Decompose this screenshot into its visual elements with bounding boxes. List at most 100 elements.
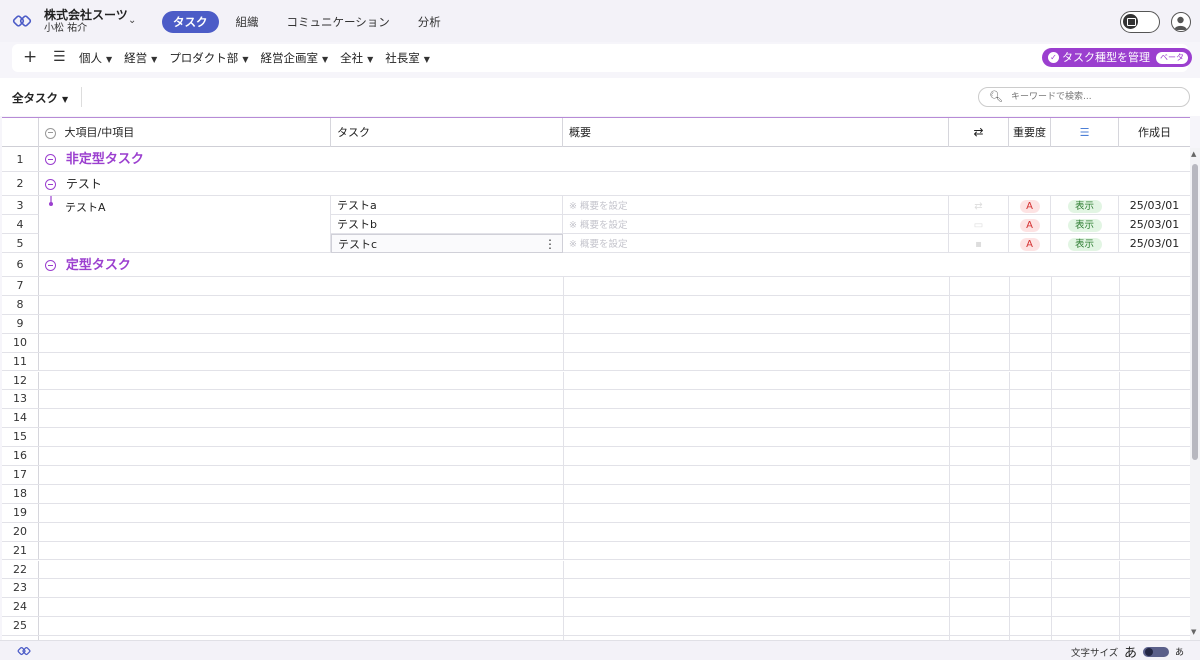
empty-cell[interactable] [39, 314, 564, 333]
empty-cell[interactable] [1052, 560, 1120, 579]
task-summary[interactable]: ※ 概要を設定 [563, 234, 949, 253]
empty-cell[interactable] [1010, 484, 1052, 503]
table-row[interactable]: テストa ※ 概要を設定 ⇄ A 表示 25/03/01 [331, 196, 1190, 215]
header-summary[interactable]: 概要 [563, 118, 949, 147]
empty-cell[interactable] [564, 409, 950, 428]
empty-cell[interactable] [1120, 409, 1190, 427]
empty-cell[interactable] [39, 579, 564, 598]
empty-cell[interactable] [1010, 503, 1052, 522]
empty-cell[interactable] [39, 598, 564, 617]
empty-cell[interactable] [564, 352, 950, 371]
empty-cell[interactable] [1010, 277, 1052, 295]
empty-cell[interactable] [1052, 314, 1120, 333]
empty-cell[interactable] [564, 503, 950, 522]
empty-cell[interactable] [1052, 466, 1120, 484]
header-task[interactable]: タスク [331, 118, 563, 147]
empty-cell[interactable] [950, 466, 1010, 484]
nav-tab-analysis[interactable]: 分析 [407, 11, 452, 33]
empty-cell[interactable] [1120, 598, 1190, 616]
empty-cell[interactable] [564, 466, 950, 484]
empty-cell[interactable] [564, 295, 950, 314]
table-row[interactable]: 25 [2, 617, 1190, 637]
repeat-cell[interactable]: ▪ [949, 234, 1009, 253]
empty-cell[interactable] [39, 428, 564, 447]
add-icon[interactable]: + [23, 47, 37, 67]
empty-cell[interactable] [1010, 579, 1052, 598]
chevron-down-icon[interactable]: ⌄ [128, 15, 136, 26]
table-row[interactable]: 21 [2, 541, 1190, 561]
empty-cell[interactable] [1052, 598, 1120, 617]
empty-cell[interactable] [39, 466, 564, 484]
empty-cell[interactable] [564, 522, 950, 541]
empty-cell[interactable] [1120, 296, 1190, 314]
empty-cell[interactable] [39, 522, 564, 541]
empty-cell[interactable] [1052, 352, 1120, 371]
empty-cell[interactable] [1052, 447, 1120, 465]
collapse-icon[interactable] [45, 179, 56, 190]
table-row[interactable]: 17 [2, 466, 1190, 485]
table-row[interactable]: 16 [2, 447, 1190, 466]
task-name[interactable]: テストb [331, 215, 563, 233]
empty-cell[interactable] [39, 617, 564, 636]
empty-cell[interactable] [1052, 617, 1120, 636]
importance-cell[interactable]: A [1009, 215, 1051, 233]
empty-cell[interactable] [564, 277, 950, 295]
empty-cell[interactable] [1120, 315, 1190, 333]
empty-cell[interactable] [1120, 428, 1190, 446]
empty-cell[interactable] [1010, 447, 1052, 465]
table-row[interactable]: テストc ⋮ ※ 概要を設定 ▪ A 表示 25/03/01 [331, 234, 1190, 253]
empty-cell[interactable] [1052, 503, 1120, 522]
empty-cell[interactable] [950, 579, 1010, 598]
empty-cell[interactable] [39, 352, 564, 371]
table-row[interactable]: 19 [2, 503, 1190, 523]
empty-cell[interactable] [564, 390, 950, 409]
filter-company[interactable]: 全社 ▼ [340, 50, 373, 66]
empty-cell[interactable] [1010, 617, 1052, 636]
font-size-toggle[interactable] [1143, 647, 1169, 657]
empty-cell[interactable] [39, 409, 564, 428]
empty-cell[interactable] [1120, 523, 1190, 541]
nav-tab-communication[interactable]: コミュニケーション [276, 11, 401, 33]
table-row[interactable]: 9 [2, 314, 1190, 334]
empty-cell[interactable] [1052, 295, 1120, 314]
empty-cell[interactable] [564, 428, 950, 447]
empty-cell[interactable] [950, 560, 1010, 579]
empty-cell[interactable] [564, 333, 950, 352]
empty-cell[interactable] [1010, 409, 1052, 428]
table-row[interactable]: 8 [2, 295, 1190, 315]
empty-cell[interactable] [1052, 579, 1120, 598]
empty-cell[interactable] [39, 447, 564, 465]
view-selector[interactable]: 全タスク ▼ [12, 90, 68, 106]
header-filter[interactable]: ☰ [1051, 118, 1119, 147]
empty-cell[interactable] [564, 484, 950, 503]
empty-cell[interactable] [1052, 371, 1120, 390]
empty-cell[interactable] [950, 390, 1010, 409]
header-category[interactable]: 大項目/中項目 [39, 118, 331, 147]
table-row[interactable]: 24 [2, 598, 1190, 618]
group-row[interactable]: 1 非定型タスク [2, 147, 1190, 172]
empty-cell[interactable] [1120, 561, 1190, 579]
empty-cell[interactable] [950, 617, 1010, 636]
empty-cell[interactable] [1010, 314, 1052, 333]
table-row[interactable]: 14 [2, 409, 1190, 429]
empty-cell[interactable] [950, 277, 1010, 295]
mode-toggle[interactable] [1120, 11, 1160, 33]
filter-personal[interactable]: 個人 ▼ [79, 50, 112, 66]
empty-cell[interactable] [950, 352, 1010, 371]
empty-cell[interactable] [1010, 522, 1052, 541]
empty-cell[interactable] [1010, 598, 1052, 617]
empty-cell[interactable] [1052, 541, 1120, 560]
empty-cell[interactable] [1010, 541, 1052, 560]
empty-cell[interactable] [39, 390, 564, 409]
empty-cell[interactable] [1120, 466, 1190, 484]
empty-cell[interactable] [1120, 617, 1190, 635]
vertical-scrollbar[interactable]: ▲ ▼ [1190, 148, 1200, 640]
table-row[interactable]: 10 [2, 333, 1190, 353]
table-row[interactable]: 22 [2, 560, 1190, 580]
item-cell[interactable]: テストA [39, 196, 331, 253]
menu-icon[interactable]: ☰ [53, 49, 66, 65]
table-row[interactable]: 11 [2, 352, 1190, 372]
importance-cell[interactable]: A [1009, 196, 1051, 214]
empty-cell[interactable] [39, 333, 564, 352]
subgroup-row[interactable]: 2 テスト [2, 172, 1190, 196]
